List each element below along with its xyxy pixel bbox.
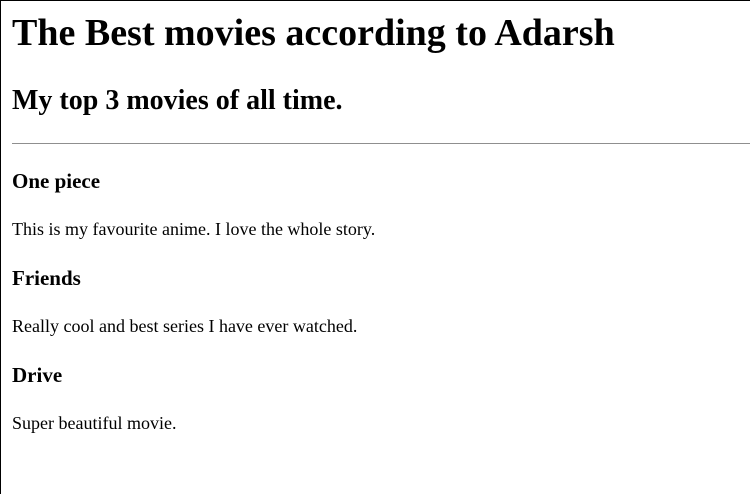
page: The Best movies according to Adarsh My t… <box>1 1 750 433</box>
movie-title-one-piece: One piece <box>12 169 101 193</box>
page-subtitle: My top 3 movies of all time. <box>12 85 343 116</box>
divider <box>12 143 750 144</box>
movie-description-friends: Really cool and best series I have ever … <box>12 316 358 336</box>
movie-title-drive: Drive <box>12 363 63 387</box>
movie-description-drive: Super beautiful movie. <box>12 413 177 433</box>
movie-description-one-piece: This is my favourite anime. I love the w… <box>12 219 376 239</box>
page-title: The Best movies according to Adarsh <box>12 12 615 54</box>
movie-title-friends: Friends <box>12 266 81 290</box>
